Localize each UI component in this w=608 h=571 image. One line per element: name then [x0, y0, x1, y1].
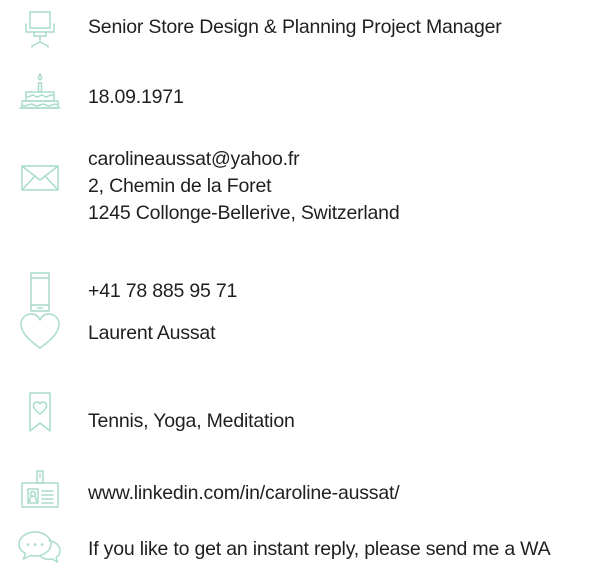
city-line: 1245 Collonge-Bellerive, Switzerland	[88, 202, 400, 224]
contact-info-list: Senior Store Design & Planning Project M…	[0, 0, 608, 571]
whatsapp-text: If you like to get an instant reply, ple…	[88, 538, 551, 560]
linkedin-link[interactable]: www.linkedin.com/in/caroline-aussat/	[88, 480, 400, 507]
envelope-icon	[16, 158, 64, 198]
chat-bubbles-icon	[16, 528, 64, 568]
email-line: carolineaussat@yahoo.fr	[88, 148, 300, 170]
birthday-cake-icon	[16, 72, 64, 112]
street-line: 2, Chemin de la Foret	[88, 175, 272, 197]
office-chair-icon	[16, 8, 64, 48]
id-badge-icon	[16, 470, 64, 510]
bookmark-heart-icon	[16, 392, 64, 432]
partner-text: Laurent Aussat	[88, 322, 216, 344]
heart-icon	[16, 312, 64, 352]
email-address-text: carolineaussat@yahoo.fr 2, Chemin de la …	[88, 146, 400, 227]
birthday-text: 18.09.1971	[88, 86, 184, 108]
hobbies-text: Tennis, Yoga, Meditation	[88, 410, 295, 432]
job-title-text: Senior Store Design & Planning Project M…	[88, 16, 502, 38]
linkedin-text[interactable]: www.linkedin.com/in/caroline-aussat/	[88, 480, 400, 507]
phone-text: +41 78 885 95 71	[88, 280, 238, 302]
smartphone-icon	[16, 272, 64, 312]
